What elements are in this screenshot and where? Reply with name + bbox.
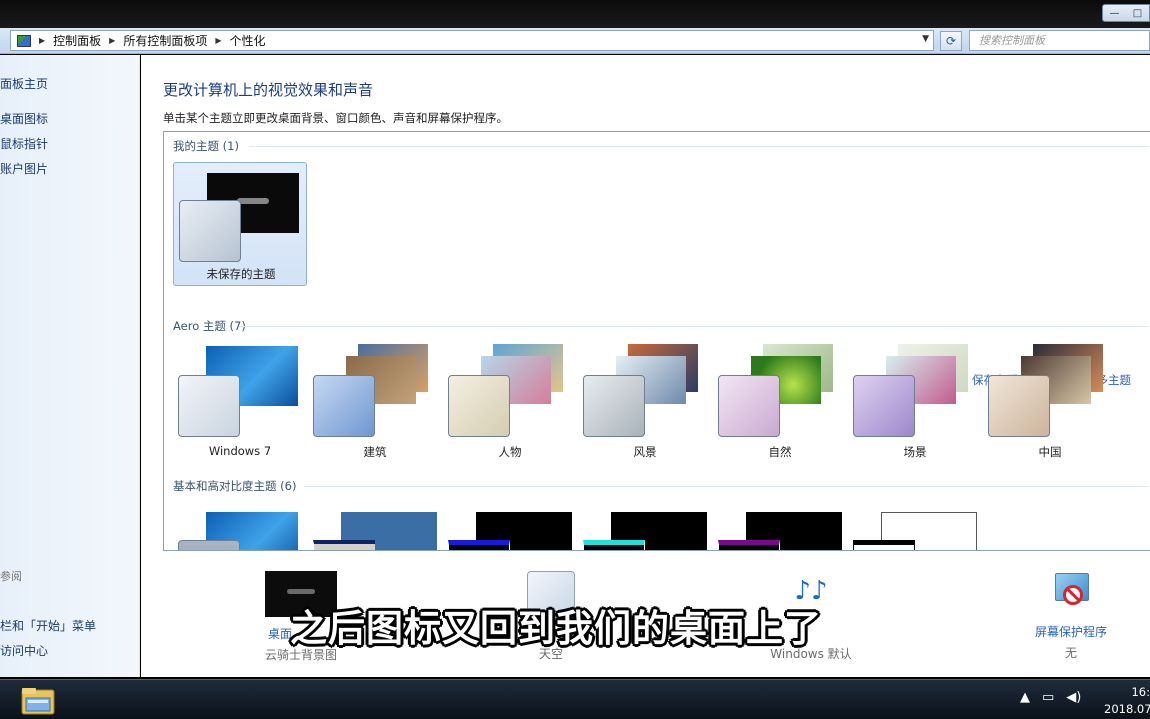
- theme-label: 场景: [903, 445, 927, 459]
- nav-mouse-pointers[interactable]: 鼠标指针: [0, 135, 48, 152]
- breadcrumb-control-panel[interactable]: 控制面板: [53, 32, 101, 49]
- theme-high-contrast-white[interactable]: [848, 510, 982, 550]
- divider: [249, 146, 1149, 147]
- group-aero-heading: Aero 主题 (7): [173, 319, 246, 333]
- window-color-swatch: [853, 375, 915, 437]
- group-basic-heading: 基本和高对比度主题 (6): [173, 479, 297, 493]
- theme-list[interactable]: 我的主题 (1) 未保存的主题 保存主题 联机获取更多主题 Aero 主题 (7…: [163, 131, 1150, 551]
- nav-control-panel-home[interactable]: 面板主页: [0, 75, 48, 92]
- theme-label: 自然: [768, 445, 792, 459]
- screensaver-value: 无: [1064, 646, 1077, 660]
- screensaver-setting[interactable]: 屏幕保护程序 无: [1021, 571, 1121, 661]
- window-color-swatch: [178, 375, 240, 437]
- theme-windows-classic[interactable]: [308, 510, 442, 550]
- theme-high-contrast-2[interactable]: [578, 510, 712, 550]
- show-hidden-icons-icon[interactable]: ▲: [1020, 690, 1030, 705]
- theme-label: 人物: [498, 445, 522, 459]
- group-my-themes-heading: 我的主题 (1): [173, 139, 239, 153]
- refresh-button[interactable]: ⟳: [940, 31, 962, 51]
- theme-label: 中国: [1038, 445, 1062, 459]
- chevron-right-icon[interactable]: ▶: [39, 36, 45, 45]
- theme-label: Windows 7: [208, 444, 272, 458]
- left-navigation: 面板主页 桌面图标 鼠标指针 账户图片 参阅 栏和「开始」菜单 访问中心: [0, 55, 140, 677]
- network-icon[interactable]: ▭: [1042, 690, 1054, 705]
- restore-button[interactable]: □: [1126, 5, 1149, 21]
- chevron-right-icon[interactable]: ▶: [215, 36, 221, 45]
- clock-time: 16:: [1131, 685, 1150, 699]
- window-color-swatch: [718, 375, 780, 437]
- file-explorer-button[interactable]: [18, 684, 64, 718]
- address-bar: ▶ 控制面板 ▶ 所有控制面板项 ▶ 个性化 ▼ ⟳ 搜索控制面板: [0, 28, 1150, 54]
- taskbar: ▲ ▭ ◀) 16: 2018.07: [0, 679, 1150, 719]
- page-subtitle: 单击某个主题立即更改桌面背景、窗口颜色、声音和屏幕保护程序。: [163, 111, 508, 125]
- nav-desktop-icons[interactable]: 桌面图标: [0, 110, 48, 127]
- breadcrumb[interactable]: ▶ 控制面板 ▶ 所有控制面板项 ▶ 个性化 ▼: [10, 30, 934, 51]
- theme-high-contrast-black[interactable]: [713, 510, 847, 550]
- window-color-swatch: [583, 375, 645, 437]
- video-caption: 之后图标又回到我们的桌面上了: [290, 607, 822, 650]
- window-controls: — □: [1102, 4, 1150, 22]
- volume-icon[interactable]: ◀): [1066, 690, 1081, 705]
- breadcrumb-all-items[interactable]: 所有控制面板项: [123, 32, 207, 49]
- window-color-swatch: [179, 200, 241, 262]
- theme-high-contrast-1[interactable]: [443, 510, 577, 550]
- refresh-icon: ⟳: [945, 34, 957, 48]
- theme-label: 风景: [633, 445, 657, 459]
- minimize-button[interactable]: —: [1103, 5, 1126, 21]
- theme-windows7-basic[interactable]: [173, 510, 307, 550]
- breadcrumb-personalization[interactable]: 个性化: [230, 32, 266, 49]
- theme-unsaved[interactable]: 未保存的主题: [173, 162, 307, 286]
- theme-china[interactable]: 中国: [983, 342, 1117, 466]
- theme-scenes[interactable]: 场景: [848, 342, 982, 466]
- nav-ease-of-access[interactable]: 访问中心: [0, 642, 48, 659]
- folder-icon: [21, 688, 55, 715]
- theme-label: 建筑: [363, 445, 387, 459]
- theme-nature[interactable]: 自然: [713, 342, 847, 466]
- taskbar-clock[interactable]: 16: 2018.07: [1104, 684, 1150, 718]
- window-color-swatch: [988, 375, 1050, 437]
- theme-people[interactable]: 人物: [443, 342, 577, 466]
- control-panel-icon: [17, 34, 31, 47]
- window-color-swatch: [448, 375, 510, 437]
- window-color-swatch: [178, 540, 240, 550]
- chevron-right-icon[interactable]: ▶: [109, 36, 115, 45]
- divider: [239, 326, 1149, 327]
- divider: [304, 486, 1149, 487]
- nav-taskbar-start-menu[interactable]: 栏和「开始」菜单: [0, 617, 96, 634]
- screensaver-icon: [1051, 571, 1091, 611]
- page-title: 更改计算机上的视觉效果和声音: [163, 81, 374, 99]
- theme-architecture[interactable]: 建筑: [308, 342, 442, 466]
- see-also-heading: 参阅: [0, 570, 22, 583]
- clock-date: 2018.07: [1104, 702, 1150, 716]
- nav-account-picture[interactable]: 账户图片: [0, 160, 48, 177]
- search-input[interactable]: 搜索控制面板: [969, 30, 1150, 51]
- theme-landscapes[interactable]: 风景: [578, 342, 712, 466]
- window-color-swatch: [313, 375, 375, 437]
- main-content: 更改计算机上的视觉效果和声音 单击某个主题立即更改桌面背景、窗口颜色、声音和屏幕…: [141, 55, 1150, 677]
- theme-label: 未保存的主题: [206, 267, 276, 281]
- theme-windows7[interactable]: Windows 7: [173, 342, 307, 466]
- title-bar: — □: [0, 0, 1150, 28]
- screensaver-link[interactable]: 屏幕保护程序: [1021, 623, 1121, 640]
- chevron-down-icon[interactable]: ▼: [922, 34, 929, 44]
- system-tray: ▲ ▭ ◀): [1020, 690, 1081, 705]
